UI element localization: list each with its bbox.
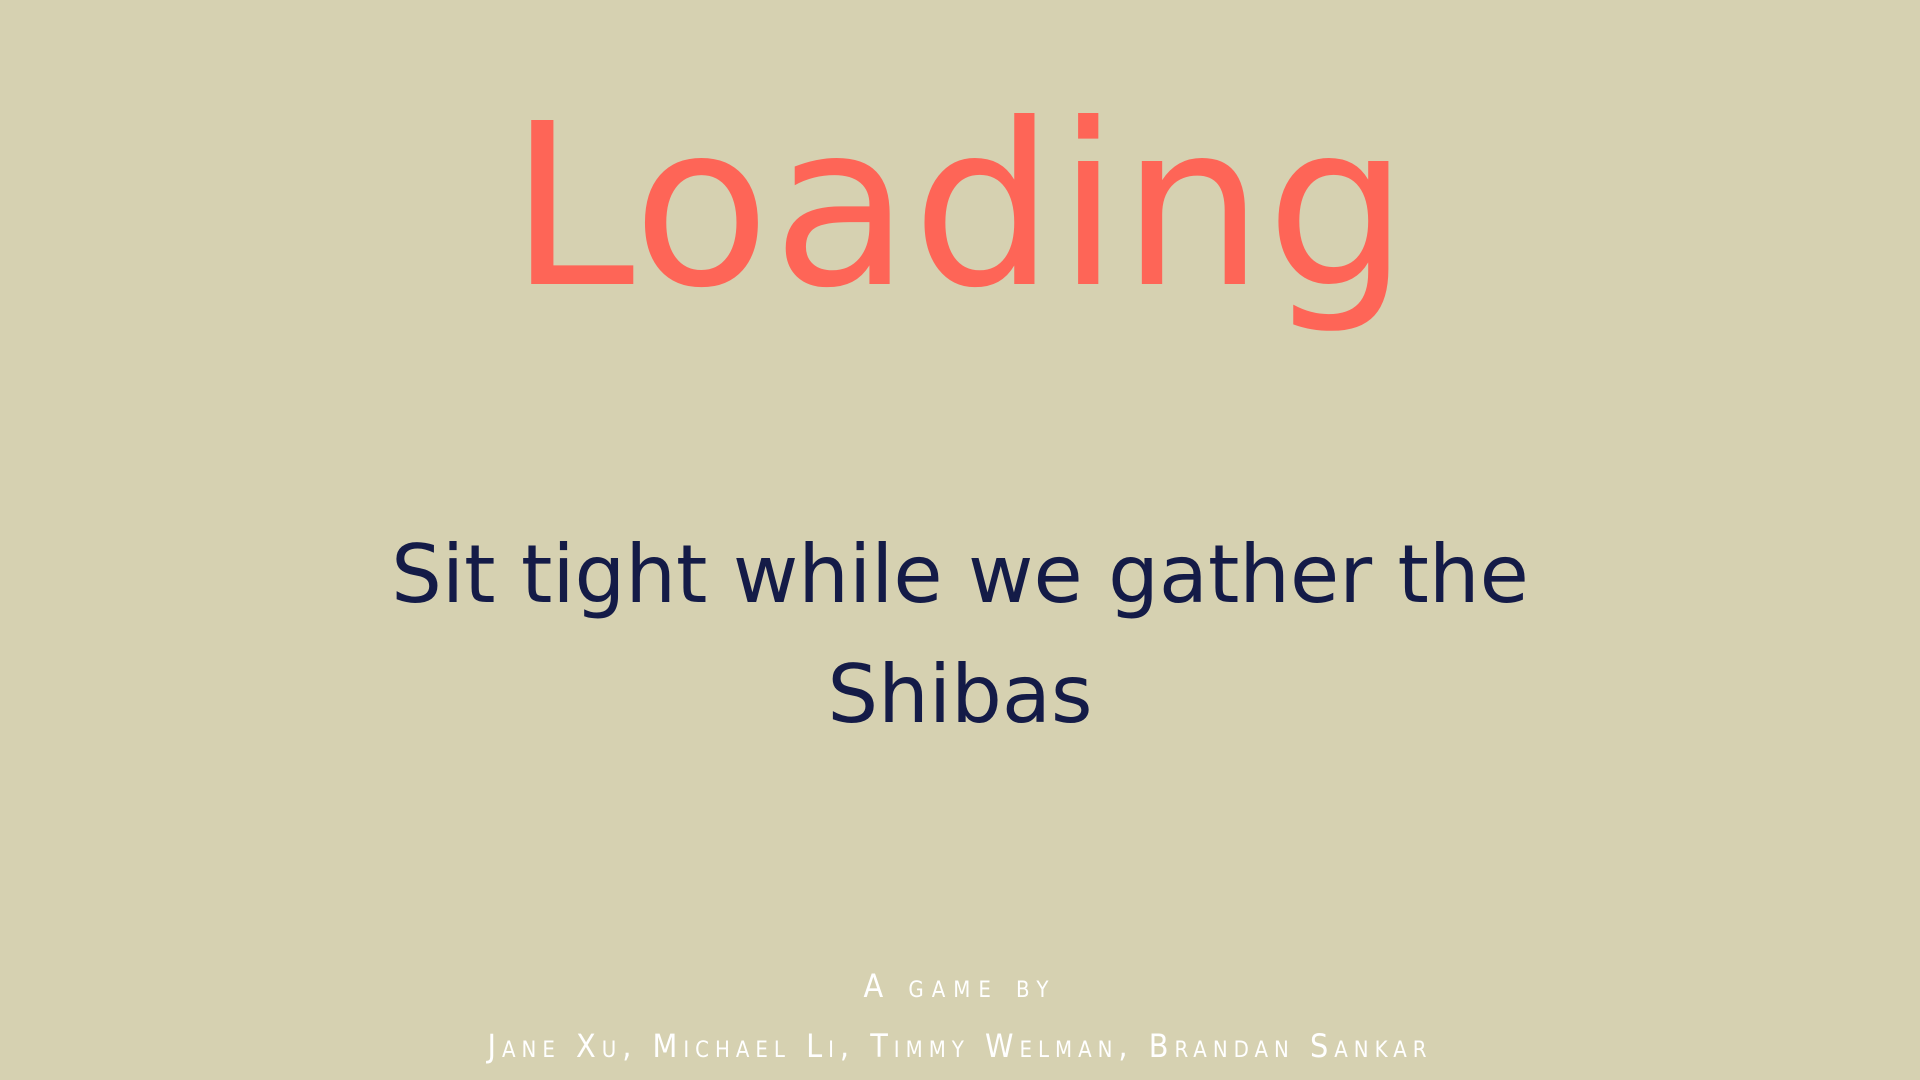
- loading-screen: Loading Sit tight while we gather the Sh…: [0, 0, 1920, 1080]
- credits-names: Jane Xu, Michael Li, Timmy Welman, Brand…: [487, 1027, 1433, 1065]
- credits: A game by Jane Xu, Michael Li, Timmy Wel…: [0, 962, 1920, 1070]
- credits-label: A game by: [863, 967, 1057, 1005]
- loading-title: Loading: [509, 76, 1411, 338]
- loading-message: Sit tight while we gather the Shibas: [391, 528, 1529, 741]
